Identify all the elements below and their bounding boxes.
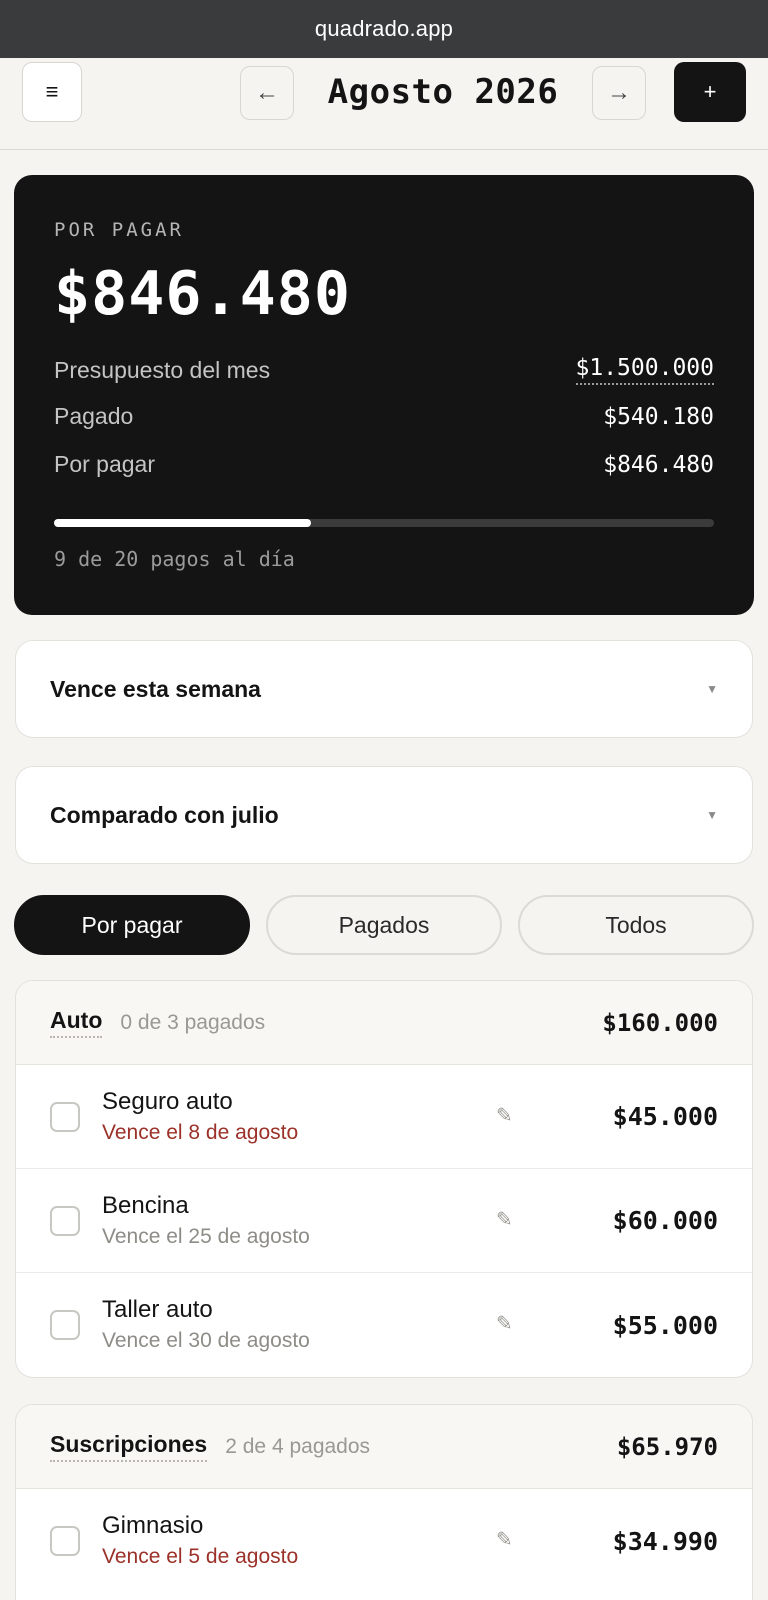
paid-checkbox[interactable] [50, 1310, 80, 1340]
chevron-down-icon: ▼ [706, 682, 718, 696]
due-this-week-section[interactable]: Vence esta semana ▼ [15, 640, 753, 738]
pencil-icon[interactable]: ✎ [496, 1311, 513, 1336]
item-amount: $55.000 [612, 1310, 718, 1340]
item-amount: $60.000 [612, 1206, 718, 1235]
tab-por-pagar[interactable]: Por pagar [14, 895, 250, 955]
previous-month-button[interactable]: ← [240, 66, 294, 120]
payments-status: 9 de 20 pagos al día [54, 547, 295, 571]
paid-checkbox[interactable] [50, 1101, 80, 1132]
add-payment-button[interactable]: + [674, 62, 746, 122]
item-name: Taller auto [102, 1296, 213, 1323]
group-header[interactable]: Suscripciones 2 de 4 pagados $65.970 [16, 1405, 752, 1489]
item-name: Gimnasio [102, 1512, 204, 1539]
pencil-icon[interactable]: ✎ [496, 1527, 513, 1552]
item-amount: $34.990 [612, 1526, 718, 1556]
pending-row: Por pagar $846.480 [54, 451, 714, 478]
budget-row: Presupuesto del mes $1.500.000 [54, 355, 714, 385]
arrow-left-icon: ← [255, 79, 279, 106]
group-header[interactable]: Auto 0 de 3 pagados $160.000 [16, 981, 752, 1065]
compare-july-section[interactable]: Comparado con julio ▼ [15, 766, 753, 864]
paid-row: Pagado $540.180 [54, 403, 714, 430]
item-name: Bencina [102, 1191, 189, 1219]
item-due-date: Vence el 25 de agosto [102, 1224, 310, 1248]
item-amount: $45.000 [612, 1102, 718, 1131]
group-name: Suscripciones [50, 1431, 208, 1462]
month-title: Agosto 2026 [327, 72, 559, 112]
group-count: 2 de 4 pagados [225, 1434, 371, 1458]
chevron-down-icon: ▼ [706, 808, 718, 822]
pending-value: $846.480 [603, 451, 714, 478]
budget-label: Presupuesto del mes [54, 356, 271, 383]
next-month-button[interactable]: → [592, 66, 646, 120]
tab-todos[interactable]: Todos [518, 895, 754, 955]
pending-label: Por pagar [54, 451, 156, 477]
summary-label: POR PAGAR [54, 219, 184, 241]
item-due-date: Vence el 5 de agosto [102, 1545, 299, 1568]
paid-label: Pagado [54, 403, 134, 429]
group-total: $65.970 [616, 1432, 718, 1461]
summary-amount: $846.480 [54, 259, 351, 329]
payment-progress-bar [54, 519, 714, 527]
payment-item: Bencina Vence el 25 de agosto ✎ $60.000 [16, 1169, 752, 1273]
paid-checkbox[interactable] [50, 1526, 80, 1556]
item-name: Seguro auto [102, 1087, 233, 1115]
url-text: quadrado.app [314, 16, 454, 41]
section-title: Vence esta semana [50, 675, 261, 702]
group-suscripciones: Suscripciones 2 de 4 pagados $65.970 Gim… [15, 1404, 753, 1600]
app-header: ≡ ← Agosto 2026 → + [0, 58, 768, 150]
paid-checkbox[interactable] [50, 1205, 80, 1236]
payment-progress-fill [54, 519, 312, 527]
pencil-icon[interactable]: ✎ [496, 1103, 513, 1128]
summary-card: POR PAGAR $846.480 Presupuesto del mes $… [14, 175, 754, 615]
pencil-icon[interactable]: ✎ [496, 1207, 513, 1232]
plus-icon: + [703, 79, 717, 104]
payment-item: Taller auto Vence el 30 de agosto ✎ $55.… [16, 1273, 752, 1377]
item-due-date: Vence el 8 de agosto [102, 1120, 299, 1144]
group-auto: Auto 0 de 3 pagados $160.000 Seguro auto… [15, 980, 753, 1378]
group-total: $160.000 [602, 1008, 718, 1037]
group-count: 0 de 3 pagados [120, 1010, 266, 1034]
section-title: Comparado con julio [50, 801, 279, 828]
group-name: Auto [50, 1007, 103, 1038]
menu-icon: ≡ [45, 79, 59, 104]
budget-value[interactable]: $1.500.000 [575, 355, 714, 385]
payment-item: Seguro auto Vence el 8 de agosto ✎ $45.0… [16, 1065, 752, 1169]
browser-url-bar[interactable]: quadrado.app [0, 0, 768, 58]
arrow-right-icon: → [607, 79, 631, 106]
payment-item: Gimnasio Vence el 5 de agosto ✎ $34.990 [16, 1489, 752, 1593]
paid-value: $540.180 [603, 403, 714, 430]
tab-pagados[interactable]: Pagados [266, 895, 502, 955]
menu-button[interactable]: ≡ [22, 62, 82, 122]
item-due-date: Vence el 30 de agosto [102, 1329, 310, 1352]
